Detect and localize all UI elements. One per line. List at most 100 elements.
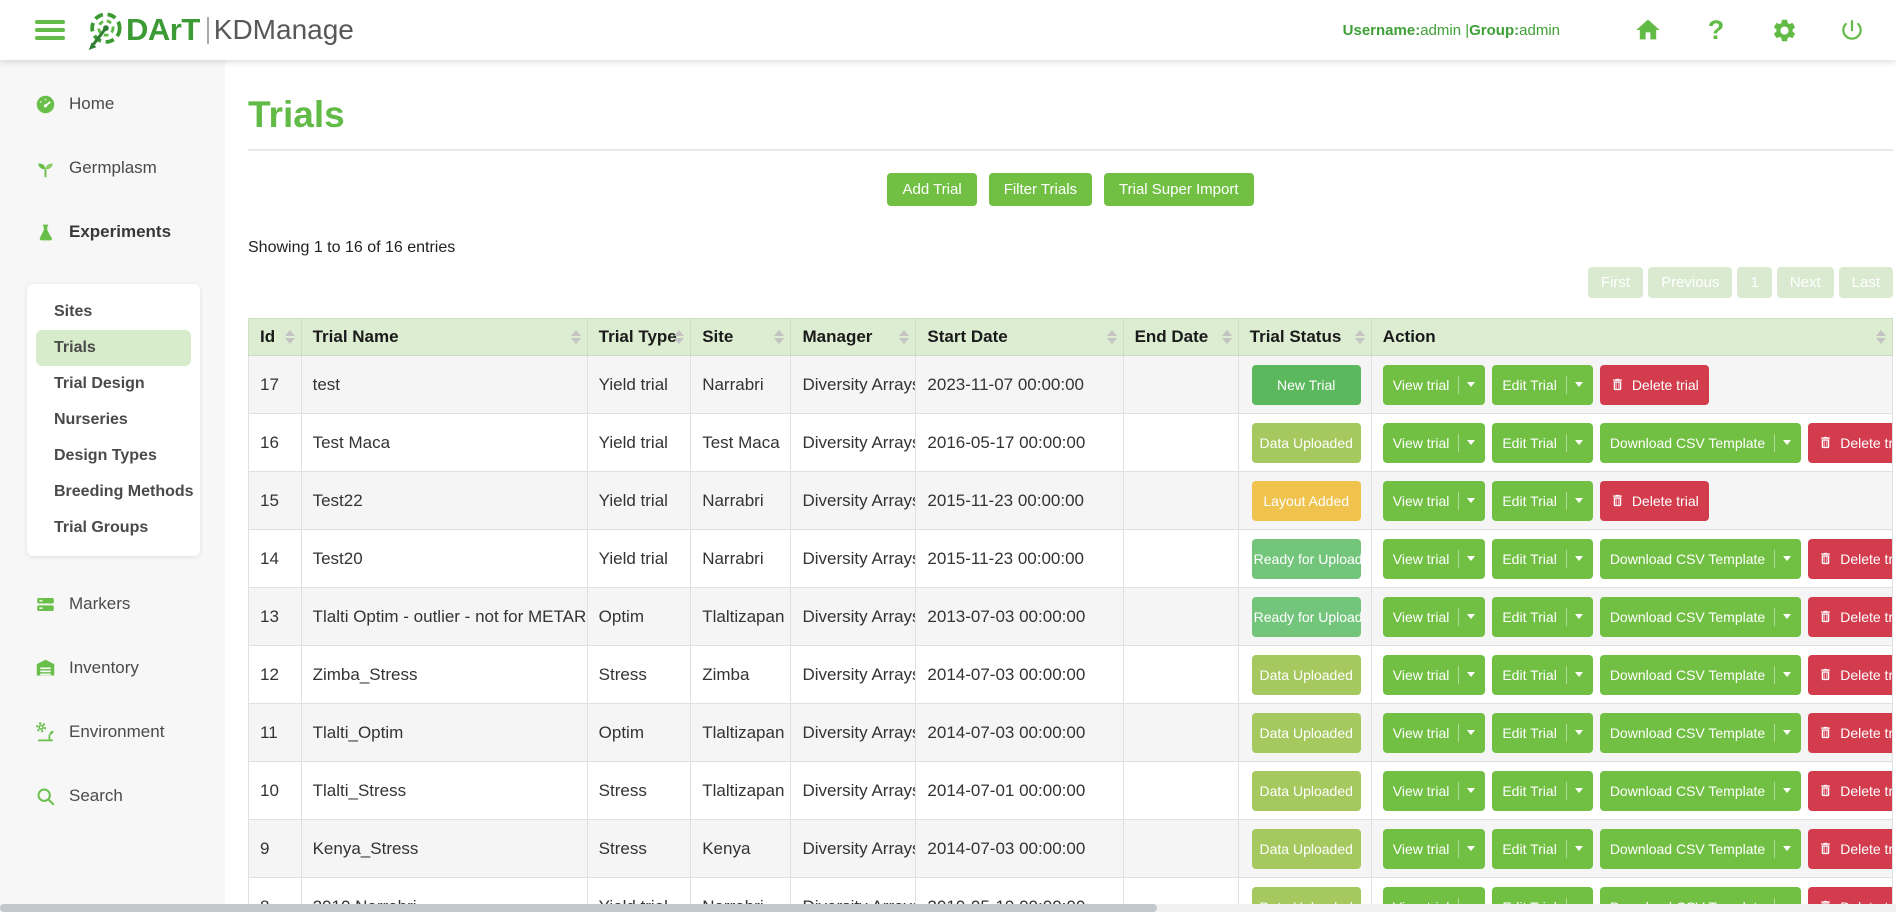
delete-trial-button[interactable]: Delete trial <box>1600 481 1709 521</box>
submenu-item-trials[interactable]: Trials <box>36 330 191 366</box>
caret-down-icon[interactable] <box>1566 782 1583 800</box>
column-header-end-date[interactable]: End Date <box>1123 319 1238 356</box>
caret-down-icon[interactable] <box>1774 550 1791 568</box>
column-header-trial-name[interactable]: Trial Name <box>301 319 587 356</box>
sidebar-item-search[interactable]: Search <box>0 784 225 808</box>
view-trial-button[interactable]: View trial <box>1383 771 1486 811</box>
view-trial-button[interactable]: View trial <box>1383 713 1486 753</box>
menu-toggle-icon[interactable] <box>35 20 65 40</box>
view-trial-button[interactable]: View trial <box>1383 481 1486 521</box>
pagination-previous-button[interactable]: Previous <box>1648 267 1732 298</box>
caret-down-icon[interactable] <box>1458 666 1475 684</box>
column-header-site[interactable]: Site <box>691 319 791 356</box>
caret-down-icon[interactable] <box>1458 724 1475 742</box>
sidebar-item-inventory[interactable]: Inventory <box>0 656 225 680</box>
caret-down-icon[interactable] <box>1566 376 1583 394</box>
download-csv-template-button[interactable]: Download CSV Template <box>1600 539 1801 579</box>
caret-down-icon[interactable] <box>1774 666 1791 684</box>
delete-trial-button[interactable]: Delete trial <box>1808 423 1892 463</box>
pagination-page-1-button[interactable]: 1 <box>1737 267 1771 298</box>
submenu-item-nurseries[interactable]: Nurseries <box>36 402 191 438</box>
delete-trial-button[interactable]: Delete trial <box>1808 713 1892 753</box>
caret-down-icon[interactable] <box>1458 376 1475 394</box>
view-trial-button[interactable]: View trial <box>1383 829 1486 869</box>
caret-down-icon[interactable] <box>1774 840 1791 858</box>
view-trial-button[interactable]: View trial <box>1383 423 1486 463</box>
edit-trial-button[interactable]: Edit Trial <box>1492 597 1592 637</box>
caret-down-icon[interactable] <box>1774 782 1791 800</box>
caret-down-icon[interactable] <box>1458 782 1475 800</box>
column-header-action[interactable]: Action <box>1371 319 1892 356</box>
caret-down-icon[interactable] <box>1458 492 1475 510</box>
delete-trial-button[interactable]: Delete trial <box>1808 771 1892 811</box>
column-header-manager[interactable]: Manager <box>791 319 916 356</box>
sidebar-item-home[interactable]: Home <box>0 92 225 116</box>
caret-down-icon[interactable] <box>1458 608 1475 626</box>
pagination-first-button[interactable]: First <box>1588 267 1643 298</box>
caret-down-icon[interactable] <box>1566 550 1583 568</box>
add-trial-button[interactable]: Add Trial <box>887 173 976 206</box>
edit-trial-button[interactable]: Edit Trial <box>1492 481 1592 521</box>
filter-trials-button[interactable]: Filter Trials <box>989 173 1092 206</box>
column-header-start-date[interactable]: Start Date <box>916 319 1123 356</box>
download-csv-template-button[interactable]: Download CSV Template <box>1600 597 1801 637</box>
caret-down-icon[interactable] <box>1566 492 1583 510</box>
sort-icon[interactable] <box>1355 330 1365 344</box>
home-button[interactable] <box>1634 16 1662 44</box>
sidebar-item-environment[interactable]: Environment <box>0 720 225 744</box>
submenu-item-trial-groups[interactable]: Trial Groups <box>36 510 191 546</box>
caret-down-icon[interactable] <box>1458 434 1475 452</box>
sort-icon[interactable] <box>899 330 909 344</box>
sort-icon[interactable] <box>571 330 581 344</box>
sort-icon[interactable] <box>774 330 784 344</box>
caret-down-icon[interactable] <box>1774 434 1791 452</box>
delete-trial-button[interactable]: Delete trial <box>1808 655 1892 695</box>
trial-super-import-button[interactable]: Trial Super Import <box>1104 173 1253 206</box>
view-trial-button[interactable]: View trial <box>1383 655 1486 695</box>
edit-trial-button[interactable]: Edit Trial <box>1492 365 1592 405</box>
delete-trial-button[interactable]: Delete trial <box>1808 539 1892 579</box>
edit-trial-button[interactable]: Edit Trial <box>1492 655 1592 695</box>
pagination-last-button[interactable]: Last <box>1839 267 1893 298</box>
download-csv-template-button[interactable]: Download CSV Template <box>1600 771 1801 811</box>
column-header-trial-type[interactable]: Trial Type <box>587 319 691 356</box>
sort-icon[interactable] <box>674 330 684 344</box>
delete-trial-button[interactable]: Delete trial <box>1808 829 1892 869</box>
column-header-id[interactable]: Id <box>249 319 302 356</box>
delete-trial-button[interactable]: Delete trial <box>1808 597 1892 637</box>
caret-down-icon[interactable] <box>1566 840 1583 858</box>
sort-icon[interactable] <box>1222 330 1232 344</box>
view-trial-button[interactable]: View trial <box>1383 597 1486 637</box>
caret-down-icon[interactable] <box>1458 840 1475 858</box>
caret-down-icon[interactable] <box>1566 666 1583 684</box>
column-header-trial-status[interactable]: Trial Status <box>1238 319 1371 356</box>
download-csv-template-button[interactable]: Download CSV Template <box>1600 713 1801 753</box>
submenu-item-sites[interactable]: Sites <box>36 294 191 330</box>
settings-button[interactable] <box>1770 16 1798 44</box>
caret-down-icon[interactable] <box>1774 724 1791 742</box>
sort-icon[interactable] <box>1107 330 1117 344</box>
caret-down-icon[interactable] <box>1566 724 1583 742</box>
pagination-next-button[interactable]: Next <box>1777 267 1834 298</box>
sidebar-item-experiments[interactable]: Experiments <box>0 220 225 244</box>
view-trial-button[interactable]: View trial <box>1383 539 1486 579</box>
sort-icon[interactable] <box>285 330 295 344</box>
sort-icon[interactable] <box>1876 330 1886 344</box>
edit-trial-button[interactable]: Edit Trial <box>1492 539 1592 579</box>
sidebar-item-markers[interactable]: Markers <box>0 592 225 616</box>
download-csv-template-button[interactable]: Download CSV Template <box>1600 829 1801 869</box>
submenu-item-trial-design[interactable]: Trial Design <box>36 366 191 402</box>
download-csv-template-button[interactable]: Download CSV Template <box>1600 655 1801 695</box>
submenu-item-breeding-methods[interactable]: Breeding Methods <box>36 474 191 510</box>
edit-trial-button[interactable]: Edit Trial <box>1492 829 1592 869</box>
edit-trial-button[interactable]: Edit Trial <box>1492 771 1592 811</box>
edit-trial-button[interactable]: Edit Trial <box>1492 713 1592 753</box>
download-csv-template-button[interactable]: Download CSV Template <box>1600 423 1801 463</box>
sidebar-item-germplasm[interactable]: Germplasm <box>0 156 225 180</box>
caret-down-icon[interactable] <box>1458 550 1475 568</box>
scrollbar-thumb[interactable] <box>0 904 1157 912</box>
delete-trial-button[interactable]: Delete trial <box>1600 365 1709 405</box>
caret-down-icon[interactable] <box>1774 608 1791 626</box>
view-trial-button[interactable]: View trial <box>1383 365 1486 405</box>
caret-down-icon[interactable] <box>1566 434 1583 452</box>
